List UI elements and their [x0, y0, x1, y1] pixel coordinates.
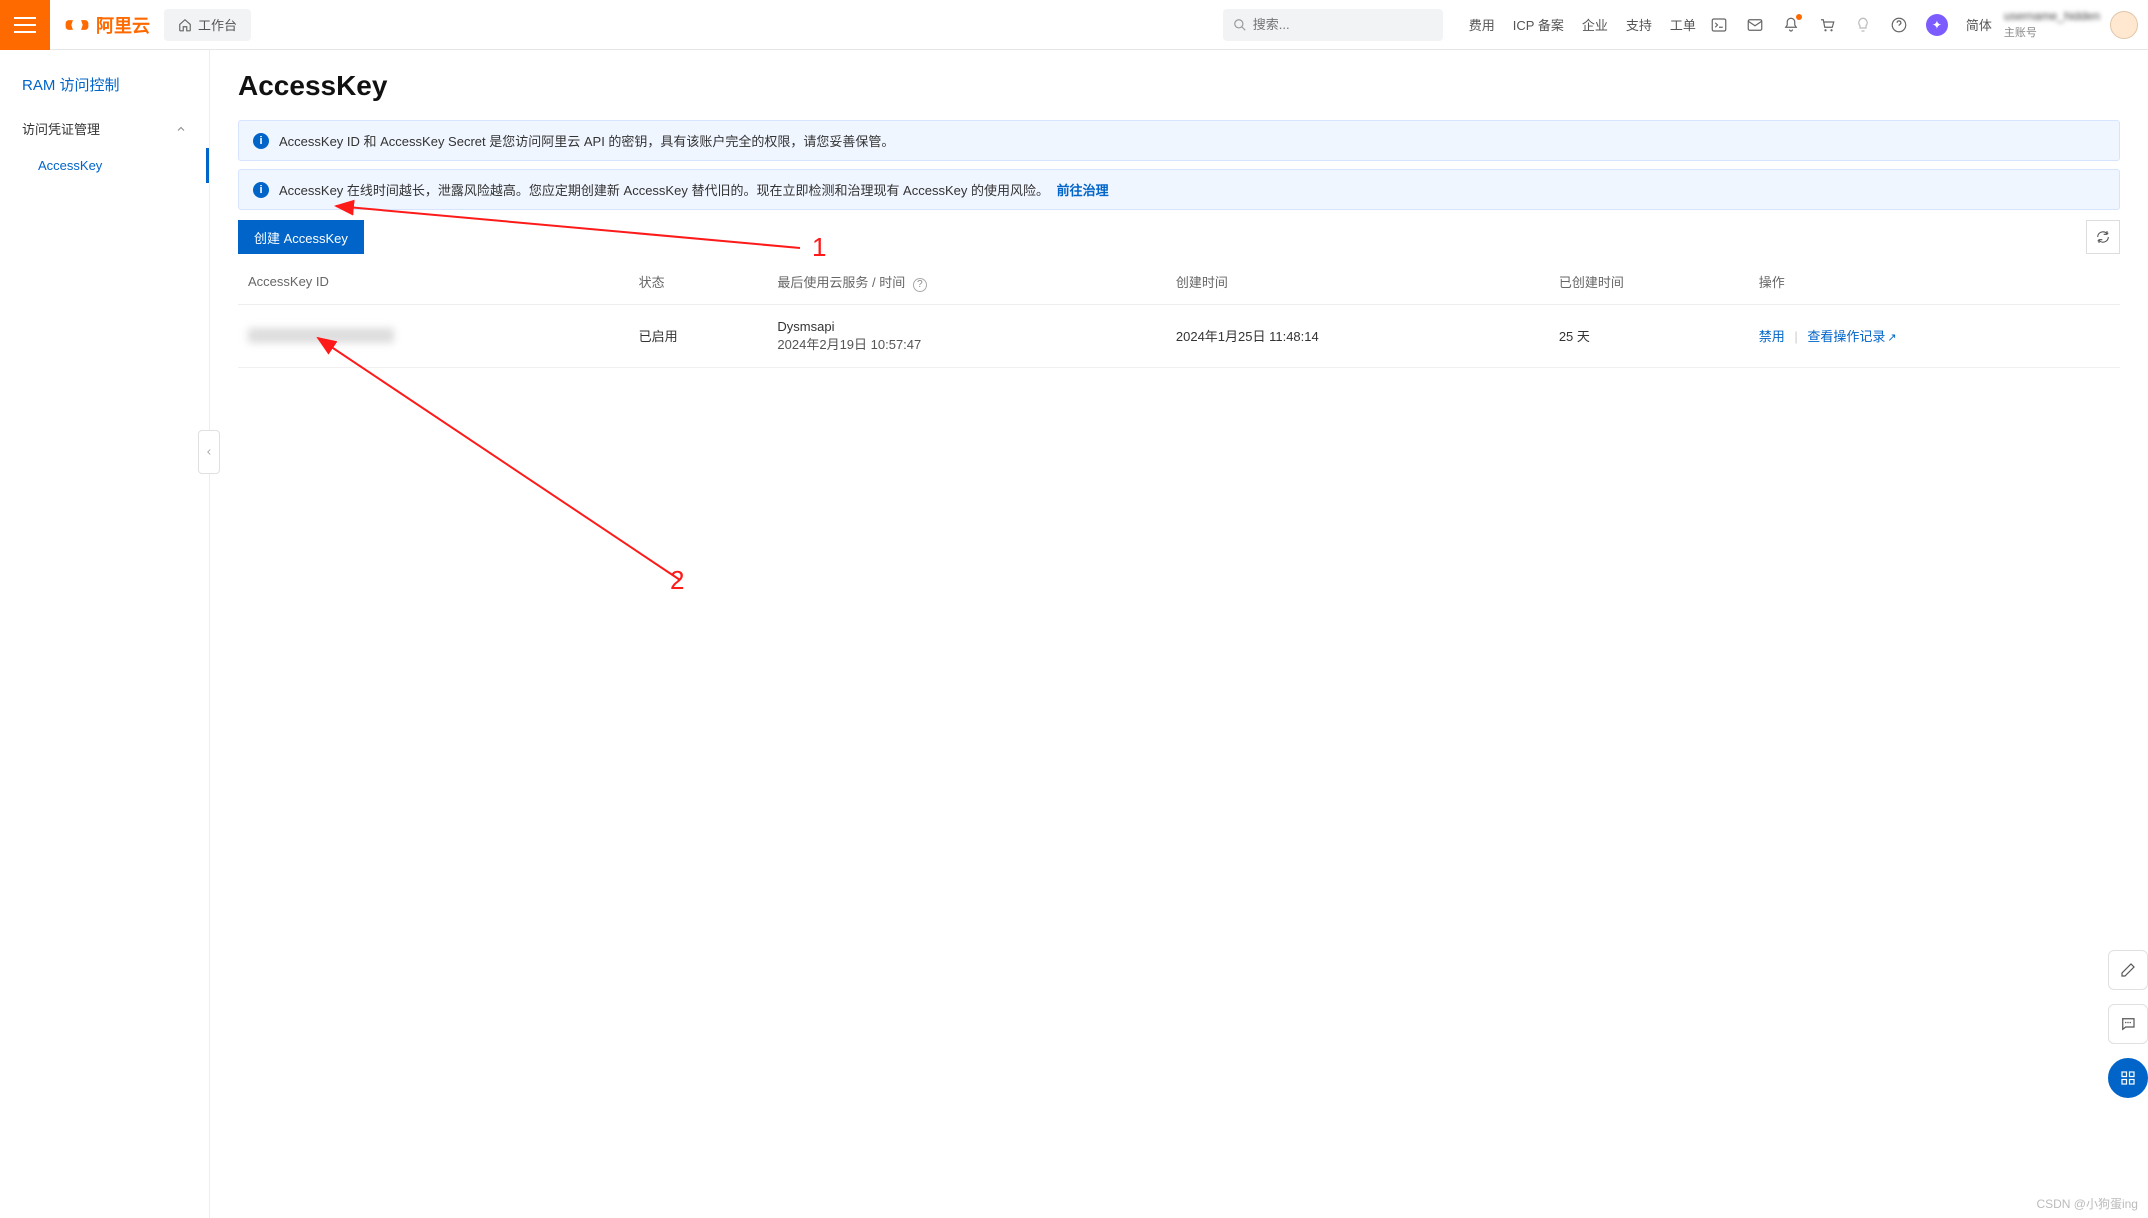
workspace-label: 工作台 — [198, 15, 237, 34]
grid-icon — [2119, 1069, 2137, 1087]
annotation-label-2: 2 — [670, 565, 684, 596]
refresh-button[interactable] — [2086, 220, 2120, 254]
edit-float-button[interactable] — [2108, 950, 2148, 990]
op-view-log-label: 查看操作记录 — [1807, 329, 1885, 344]
col-ops: 操作 — [1749, 260, 2120, 304]
cell-status: 已启用 — [629, 304, 768, 367]
brand-logo[interactable]: 阿里云 — [64, 12, 150, 38]
top-links: 费用 ICP 备案 企业 支持 工单 — [1469, 15, 1696, 34]
table-row: LTAIxxxxxxxxxxxqxxxxxN 已启用 Dysmsapi 2024… — [238, 304, 2120, 367]
message-icon[interactable] — [1746, 16, 1764, 34]
col-created: 创建时间 — [1166, 260, 1549, 304]
sidebar-group-credentials[interactable]: 访问凭证管理 — [0, 109, 209, 148]
search-box[interactable] — [1223, 9, 1443, 41]
external-link-icon: ↗ — [1887, 332, 1896, 344]
cart-icon[interactable] — [1818, 16, 1836, 34]
lang-switch[interactable]: 简体 — [1966, 15, 1992, 34]
help-tooltip-icon[interactable]: ? — [913, 278, 927, 292]
pencil-icon — [2119, 961, 2137, 979]
search-icon — [1233, 18, 1247, 32]
page-title: AccessKey — [238, 70, 2120, 102]
col-id: AccessKey ID — [238, 260, 629, 304]
cell-last: Dysmsapi 2024年2月19日 10:57:47 — [767, 304, 1165, 367]
chat-icon — [2119, 1015, 2137, 1033]
link-fee[interactable]: 费用 — [1469, 15, 1495, 34]
help-icon[interactable] — [1890, 16, 1908, 34]
top-icon-tray: ✦ 简体 — [1710, 14, 1992, 36]
alert-rotate: i AccessKey 在线时间越长，泄露风险越高。您应定期创建新 Access… — [238, 169, 2120, 210]
link-enterprise[interactable]: 企业 — [1582, 15, 1608, 34]
sidebar: RAM 访问控制 访问凭证管理 AccessKey — [0, 50, 210, 1218]
info-icon: i — [253, 133, 269, 149]
chevron-left-icon — [204, 447, 214, 457]
create-accesskey-button[interactable]: 创建 AccessKey — [238, 220, 364, 254]
sidebar-item-accesskey[interactable]: AccessKey — [0, 148, 209, 183]
workspace-button[interactable]: 工作台 — [164, 9, 251, 41]
bell-icon[interactable] — [1782, 16, 1800, 34]
link-icp[interactable]: ICP 备案 — [1513, 15, 1564, 34]
alert-text-2: AccessKey 在线时间越长，泄露风险越高。您应定期创建新 AccessKe… — [279, 183, 1049, 198]
feedback-float-button[interactable] — [2108, 1004, 2148, 1044]
cell-created: 2024年1月25日 11:48:14 — [1166, 304, 1549, 367]
cloudshell-icon[interactable] — [1710, 16, 1728, 34]
op-view-log[interactable]: 查看操作记录↗ — [1807, 329, 1896, 344]
main-content: AccessKey i AccessKey ID 和 AccessKey Sec… — [210, 50, 2148, 1218]
col-status: 状态 — [629, 260, 768, 304]
alert-text-1: AccessKey ID 和 AccessKey Secret 是您访问阿里云 … — [279, 131, 894, 150]
accesskey-id-masked: LTAIxxxxxxxxxxxqxxxxxN — [248, 328, 394, 343]
sidebar-collapse-handle[interactable] — [198, 430, 220, 474]
float-actions — [2108, 950, 2148, 1098]
annotation-arrow-2 — [310, 330, 710, 590]
assist-icon[interactable]: ✦ — [1926, 14, 1948, 36]
account-type: 主账号 — [2004, 24, 2100, 40]
col-last-label: 最后使用云服务 / 时间 — [777, 275, 905, 290]
menu-icon[interactable] — [0, 0, 50, 50]
brand-text: 阿里云 — [96, 12, 150, 38]
alert-link-govern[interactable]: 前往治理 — [1057, 183, 1109, 198]
refresh-icon — [2095, 229, 2111, 245]
sidebar-title[interactable]: RAM 访问控制 — [0, 64, 209, 109]
col-last: 最后使用云服务 / 时间 ? — [767, 260, 1165, 304]
account-area[interactable]: username_hidden 主账号 — [2004, 9, 2138, 40]
home-icon — [178, 18, 192, 32]
chevron-up-icon — [175, 123, 187, 135]
avatar[interactable] — [2110, 11, 2138, 39]
link-support[interactable]: 支持 — [1626, 15, 1652, 34]
link-ticket[interactable]: 工单 — [1670, 15, 1696, 34]
alert-keep-safe: i AccessKey ID 和 AccessKey Secret 是您访问阿里… — [238, 120, 2120, 161]
watermark: CSDN @小狗蛋ing — [2036, 1195, 2138, 1212]
info-icon: i — [253, 182, 269, 198]
op-disable[interactable]: 禁用 — [1759, 329, 1785, 344]
cell-last-service: Dysmsapi — [777, 319, 1155, 334]
bulb-icon[interactable] — [1854, 16, 1872, 34]
search-input[interactable] — [1253, 17, 1433, 32]
topbar: 阿里云 工作台 费用 ICP 备案 企业 支持 工单 ✦ 简体 username… — [0, 0, 2148, 50]
account-name: username_hidden — [2004, 9, 2100, 24]
apps-float-button[interactable] — [2108, 1058, 2148, 1098]
col-age: 已创建时间 — [1549, 260, 1749, 304]
cell-age: 25 天 — [1549, 304, 1749, 367]
cell-ops: 禁用 | 查看操作记录↗ — [1749, 304, 2120, 367]
sidebar-group-label: 访问凭证管理 — [22, 119, 100, 138]
accesskey-table: AccessKey ID 状态 最后使用云服务 / 时间 ? 创建时间 已创建时… — [238, 260, 2120, 368]
cell-last-time: 2024年2月19日 10:57:47 — [777, 334, 1155, 353]
